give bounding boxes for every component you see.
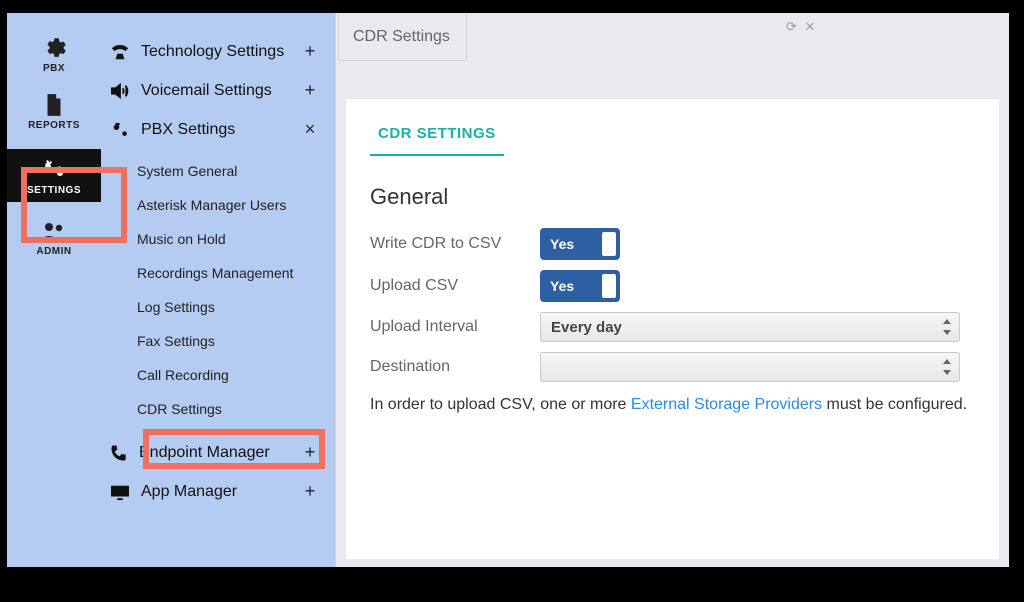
- secondary-sidebar: Technology Settings + Voicemail Settings…: [101, 13, 335, 567]
- subitem-cdr-settings[interactable]: CDR Settings: [129, 394, 327, 424]
- subitem-call-recording[interactable]: Call Recording: [129, 360, 327, 390]
- rail-item-admin[interactable]: ADMIN: [7, 220, 101, 257]
- subitem-fax-settings[interactable]: Fax Settings: [129, 326, 327, 356]
- rail-item-pbx[interactable]: PBX: [7, 35, 101, 74]
- toggle-label: Yes: [550, 278, 574, 294]
- row-destination: Destination: [370, 352, 975, 382]
- tab-cdr-settings[interactable]: CDR Settings: [338, 13, 467, 61]
- gear-icon: [41, 35, 67, 61]
- section-label: Technology Settings: [141, 43, 284, 61]
- sidebar-section-app[interactable]: App Manager +: [103, 475, 327, 508]
- rail-item-label: ADMIN: [36, 246, 71, 257]
- panel-tab-cdr-settings[interactable]: CDR SETTINGS: [370, 119, 504, 156]
- label-write-csv: Write CDR to CSV: [370, 235, 540, 253]
- users-icon: [39, 220, 69, 244]
- document-icon: [41, 92, 67, 118]
- tabbar: CDR Settings: [336, 13, 1009, 61]
- label-upload-csv: Upload CSV: [370, 277, 540, 295]
- pbx-subitems: System General Asterisk Manager Users Mu…: [103, 156, 327, 424]
- rail-item-label: SETTINGS: [27, 185, 81, 196]
- row-upload-interval: Upload Interval Every day: [370, 312, 975, 342]
- settings-panel: CDR SETTINGS General Write CDR to CSV Ye…: [346, 99, 999, 559]
- subitem-recordings-management[interactable]: Recordings Management: [129, 258, 327, 288]
- speaker-icon: [109, 82, 131, 100]
- label-upload-interval: Upload Interval: [370, 318, 540, 336]
- select-upload-interval[interactable]: Every day: [540, 312, 960, 342]
- gears-small-icon: [109, 120, 131, 140]
- select-value: Every day: [551, 319, 622, 336]
- toggle-label: Yes: [550, 236, 574, 252]
- external-storage-link[interactable]: External Storage Providers: [631, 396, 822, 413]
- sidebar-section-pbx[interactable]: PBX Settings ×: [103, 113, 327, 146]
- collapse-icon[interactable]: ×: [303, 119, 317, 140]
- primary-nav-rail: PBX REPORTS SETTINGS ADMIN: [7, 13, 101, 567]
- gears-icon: [39, 157, 69, 183]
- subitem-system-general[interactable]: System General: [129, 156, 327, 186]
- subitem-log-settings[interactable]: Log Settings: [129, 292, 327, 322]
- rail-item-label: PBX: [43, 63, 65, 74]
- expand-icon[interactable]: +: [303, 80, 317, 101]
- phone-icon: [109, 43, 131, 61]
- monitor-icon: [109, 483, 131, 501]
- label-destination: Destination: [370, 358, 540, 376]
- sidebar-section-voicemail[interactable]: Voicemail Settings +: [103, 74, 327, 107]
- section-label: Voicemail Settings: [141, 82, 272, 100]
- helper-pre: In order to upload CSV, one or more: [370, 396, 631, 413]
- rail-item-settings[interactable]: SETTINGS: [7, 149, 101, 202]
- select-destination[interactable]: [540, 352, 960, 382]
- expand-icon[interactable]: +: [303, 442, 317, 463]
- row-upload-csv: Upload CSV Yes: [370, 270, 975, 302]
- rail-item-reports[interactable]: REPORTS: [7, 92, 101, 131]
- handset-icon: [109, 443, 129, 463]
- subitem-music-on-hold[interactable]: Music on Hold: [129, 224, 327, 254]
- section-label: Endpoint Manager: [139, 444, 270, 462]
- sidebar-section-technology[interactable]: Technology Settings +: [103, 35, 327, 68]
- section-label: PBX Settings: [141, 121, 235, 139]
- row-write-csv: Write CDR to CSV Yes: [370, 228, 975, 260]
- toggle-knob: [602, 232, 616, 256]
- tab-controls[interactable]: ⟳ ✕: [786, 19, 817, 35]
- sidebar-section-endpoint[interactable]: Endpoint Manager +: [103, 436, 327, 469]
- subitem-asterisk-manager-users[interactable]: Asterisk Manager Users: [129, 190, 327, 220]
- toggle-write-csv[interactable]: Yes: [540, 228, 620, 260]
- expand-icon[interactable]: +: [303, 481, 317, 502]
- helper-text: In order to upload CSV, one or more Exte…: [370, 396, 975, 414]
- expand-icon[interactable]: +: [303, 41, 317, 62]
- toggle-upload-csv[interactable]: Yes: [540, 270, 620, 302]
- rail-item-label: REPORTS: [28, 120, 80, 131]
- helper-post: must be configured.: [822, 396, 967, 413]
- tab-label: CDR Settings: [353, 28, 450, 46]
- section-title-general: General: [370, 184, 975, 210]
- section-label: App Manager: [141, 483, 237, 501]
- toggle-knob: [602, 274, 616, 298]
- main-area: ⟳ ✕ CDR Settings CDR SETTINGS General Wr…: [335, 13, 1009, 567]
